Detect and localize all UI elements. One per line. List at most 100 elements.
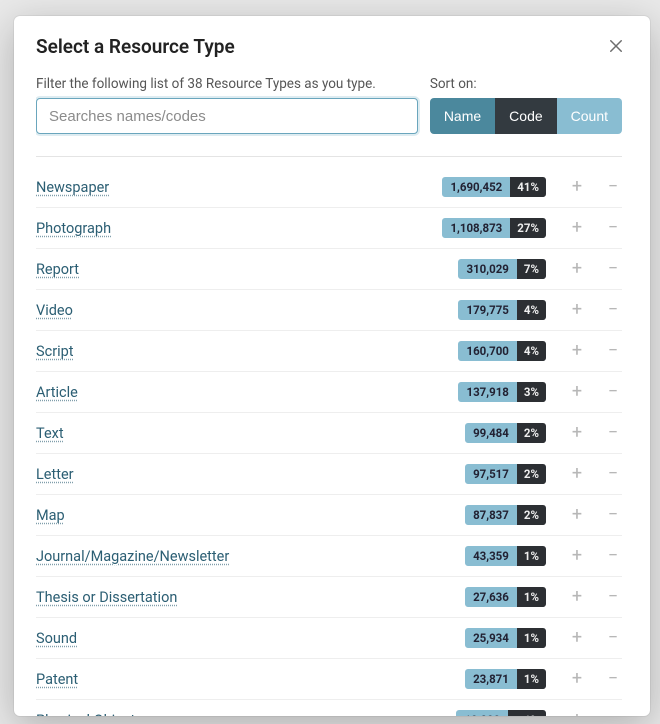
resource-type-list: Newspaper1,690,45241%+−Photograph1,108,8… [36,167,636,716]
resource-type-link[interactable]: Video [36,302,442,319]
sort-column: Sort on: Name Code Count [430,76,622,134]
count-percent: 1% [517,669,546,689]
minus-icon[interactable]: − [604,547,622,565]
plus-icon[interactable]: + [568,506,586,524]
resource-type-row: Map 87,8372% +− [36,495,622,536]
plus-icon[interactable]: + [568,424,586,442]
count-badge: 25,9341% [465,628,546,648]
count-badge: 99,4842% [465,423,546,443]
resource-type-link[interactable]: Physical Object [36,712,440,717]
count-badge: 23,8711% [465,669,546,689]
minus-icon[interactable]: − [604,178,622,196]
row-actions: +− [562,588,622,606]
count-value: 87,837 [465,505,517,525]
plus-icon[interactable]: + [568,629,586,647]
count-percent: 27% [510,218,546,238]
resource-type-link[interactable]: Text [36,425,449,442]
resource-type-link[interactable]: Photograph [36,220,426,237]
sort-code-button[interactable]: Code [495,98,556,134]
sort-segmented-control: Name Code Count [430,98,622,134]
sort-count-button[interactable]: Count [557,98,622,134]
count-value: 310,029 [458,259,516,279]
controls-row: Filter the following list of 38 Resource… [36,68,636,134]
resource-type-link[interactable]: Letter [36,466,449,483]
count-percent: < 1% [508,710,546,716]
plus-icon[interactable]: + [568,711,586,716]
minus-icon[interactable]: − [604,506,622,524]
filter-label: Filter the following list of 38 Resource… [36,76,418,92]
minus-icon[interactable]: − [604,588,622,606]
minus-icon[interactable]: − [604,711,622,716]
count-badge: 160,7004% [458,341,546,361]
count-percent: 41% [510,177,546,197]
resource-type-link[interactable]: Article [36,384,442,401]
count-badge: 137,9183% [458,382,546,402]
plus-icon[interactable]: + [568,178,586,196]
plus-icon[interactable]: + [568,301,586,319]
count-value: 27,636 [465,587,517,607]
count-percent: 1% [517,587,546,607]
sort-name-button[interactable]: Name [430,98,495,134]
count-value: 137,918 [458,382,516,402]
count-percent: 2% [517,423,546,443]
row-actions: +− [562,342,622,360]
resource-type-row: Patent 23,8711% +− [36,659,622,700]
resource-type-row: Report310,0297%+− [36,249,622,290]
modal-scroll-area[interactable]: Filter the following list of 38 Resource… [36,68,642,716]
minus-icon[interactable]: − [604,219,622,237]
plus-icon[interactable]: + [568,670,586,688]
minus-icon[interactable]: − [604,424,622,442]
modal-body: Filter the following list of 38 Resource… [14,68,650,716]
count-badge: 87,8372% [465,505,546,525]
count-value: 160,700 [458,341,516,361]
resource-type-link[interactable]: Patent [36,671,449,688]
count-percent: 4% [517,300,546,320]
minus-icon[interactable]: − [604,670,622,688]
minus-icon[interactable]: − [604,301,622,319]
minus-icon[interactable]: − [604,465,622,483]
count-badge: 19,099< 1% [456,710,546,716]
count-percent: 1% [517,628,546,648]
minus-icon[interactable]: − [604,342,622,360]
filter-input[interactable] [36,98,418,134]
close-button[interactable] [604,34,628,58]
resource-type-row: Text 99,4842% +− [36,413,622,454]
count-badge: 1,108,87327% [442,218,546,238]
plus-icon[interactable]: + [568,260,586,278]
plus-icon[interactable]: + [568,383,586,401]
count-value: 25,934 [465,628,517,648]
minus-icon[interactable]: − [604,629,622,647]
row-actions: +− [562,219,622,237]
modal-title: Select a Resource Type [36,35,235,58]
minus-icon[interactable]: − [604,383,622,401]
count-badge: 1,690,45241% [442,177,546,197]
resource-type-row: Newspaper 1,690,45241% +− [36,167,622,208]
resource-type-link[interactable]: Journal/Magazine/Newsletter [36,548,449,565]
plus-icon[interactable]: + [568,465,586,483]
count-percent: 2% [517,464,546,484]
plus-icon[interactable]: + [568,342,586,360]
sort-label: Sort on: [430,76,622,92]
resource-type-modal: Select a Resource Type Filter the follow… [14,16,650,716]
plus-icon[interactable]: + [568,547,586,565]
row-actions: +− [562,260,622,278]
count-value: 19,099 [456,710,508,716]
plus-icon[interactable]: + [568,588,586,606]
resource-type-link[interactable]: Thesis or Dissertation [36,589,449,606]
row-actions: +− [562,383,622,401]
resource-type-link[interactable]: Newspaper [36,179,426,196]
count-value: 23,871 [465,669,517,689]
resource-type-row: Physical Object 19,099< 1% + − [36,700,622,716]
count-badge: 27,6361% [465,587,546,607]
row-actions: +− [562,629,622,647]
plus-icon[interactable]: + [568,219,586,237]
resource-type-link[interactable]: Map [36,507,449,524]
count-badge: 179,7754% [458,300,546,320]
resource-type-link[interactable]: Report [36,261,442,278]
resource-type-row: Article 137,9183% +− [36,372,622,413]
count-percent: 1% [517,546,546,566]
close-icon [607,37,625,55]
resource-type-link[interactable]: Sound [36,630,449,647]
resource-type-link[interactable]: Script [36,343,442,360]
minus-icon[interactable]: − [604,260,622,278]
